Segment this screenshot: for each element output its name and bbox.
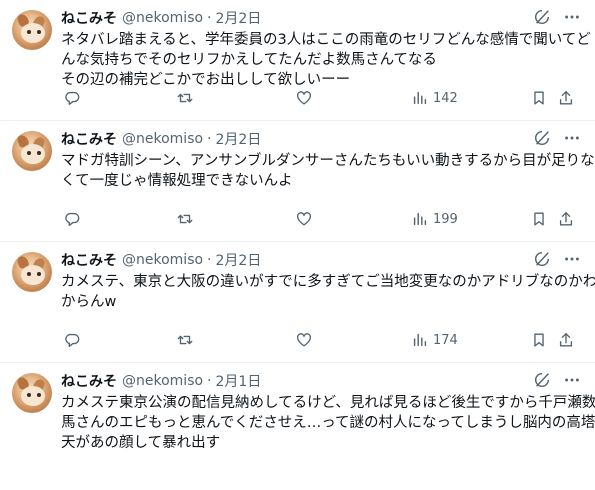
display-name[interactable]: ねこみそ	[61, 8, 117, 28]
grok-icon[interactable]	[533, 129, 551, 147]
tweet[interactable]: ねこみそ @nekomiso · 2月2日 マドガ特訓シーン、アンサンブルダンサ…	[0, 121, 595, 242]
bookmark-icon	[534, 91, 544, 105]
user-handle[interactable]: @nekomiso	[122, 252, 203, 268]
timeline-feed: ねこみそ @nekomiso · 2月2日 ネタバレ踏まえると、学年委員の3人は…	[0, 0, 595, 490]
separator: ·	[207, 10, 212, 26]
share-button[interactable]	[557, 210, 575, 228]
tweet-header: ねこみそ @nekomiso · 2月2日	[61, 129, 583, 149]
more-icon[interactable]	[563, 250, 581, 268]
like-icon	[297, 91, 311, 105]
tweet-text: ネタバレ踏まえると、学年委員の3人はここの雨竜のセリフどんな感情で聞いてど んな…	[61, 30, 591, 90]
avatar[interactable]	[12, 10, 52, 50]
share-icon	[559, 91, 573, 105]
like-button[interactable]	[295, 331, 313, 349]
grok-icon[interactable]	[533, 371, 551, 389]
like-icon	[297, 212, 311, 226]
display-name[interactable]: ねこみそ	[61, 250, 117, 270]
views-button[interactable]: 142	[411, 89, 458, 107]
views-button[interactable]: 199	[411, 210, 458, 228]
tweet-text-line: からんw	[61, 294, 117, 310]
views-icon	[413, 333, 427, 347]
bookmark-icon	[534, 212, 544, 226]
action-bar: 199	[61, 209, 581, 229]
retweet-button[interactable]	[176, 89, 194, 107]
tweet-header: ねこみそ @nekomiso · 2月2日	[61, 8, 583, 28]
tweet-date[interactable]: 2月2日	[216, 8, 262, 28]
views-icon	[413, 91, 427, 105]
tweet-text-line: ネタバレ踏まえると、学年委員の3人はここの雨竜のセリフどんな感情で聞いてど	[61, 32, 591, 48]
tweet-text-line: マドガ特訓シーン、アンサンブルダンサーさんたちもいい動きするから目が足りな	[61, 153, 595, 169]
separator: ·	[207, 131, 212, 147]
user-handle[interactable]: @nekomiso	[122, 10, 203, 26]
more-icon[interactable]	[563, 129, 581, 147]
like-button[interactable]	[295, 89, 313, 107]
tweet-text-line: くて一度じゃ情報処理できないんよ	[61, 173, 293, 189]
like-icon	[297, 333, 311, 347]
tweet[interactable]: ねこみそ @nekomiso · 2月1日 カメステ東京公演の配信見納めしてるけ…	[0, 363, 595, 483]
reply-button[interactable]	[63, 210, 81, 228]
tweet-text-line: カメステ、東京と大阪の違いがすでに多すぎてご当地変更なのかアドリブなのかわ	[61, 274, 595, 290]
reply-button[interactable]	[63, 89, 81, 107]
grok-icon[interactable]	[533, 8, 551, 26]
display-name[interactable]: ねこみそ	[61, 129, 117, 149]
tweet-text-line: その辺の補完どこかでお出しして欲しいーー	[61, 72, 351, 88]
reply-icon	[65, 212, 80, 226]
separator: ·	[207, 373, 212, 389]
separator: ·	[207, 252, 212, 268]
share-icon	[559, 212, 573, 226]
views-count: 142	[433, 90, 458, 106]
tweet-header: ねこみそ @nekomiso · 2月2日	[61, 250, 583, 270]
tweet[interactable]: ねこみそ @nekomiso · 2月2日 カメステ、東京と大阪の違いがすでに多…	[0, 242, 595, 363]
reply-button[interactable]	[63, 331, 81, 349]
share-icon	[559, 333, 573, 347]
user-handle[interactable]: @nekomiso	[122, 131, 203, 147]
tweet-text-line: カメステ東京公演の配信見納めしてるけど、見れば見るほど後生ですから千戸瀬数	[61, 395, 595, 411]
tweet-text: カメステ、東京と大阪の違いがすでに多すぎてご当地変更なのかアドリブなのかわ から…	[61, 272, 595, 312]
avatar[interactable]	[12, 252, 52, 292]
views-count: 174	[433, 332, 458, 348]
bookmark-button[interactable]	[530, 331, 548, 349]
tweet-date[interactable]: 2月1日	[216, 371, 262, 391]
reply-icon	[65, 333, 80, 347]
share-button[interactable]	[557, 89, 575, 107]
bookmark-button[interactable]	[530, 210, 548, 228]
action-bar: 142	[61, 88, 581, 108]
retweet-button[interactable]	[176, 331, 194, 349]
bookmark-button[interactable]	[530, 89, 548, 107]
action-bar: 174	[61, 330, 581, 350]
tweet[interactable]: ねこみそ @nekomiso · 2月2日 ネタバレ踏まえると、学年委員の3人は…	[0, 0, 595, 121]
like-button[interactable]	[295, 210, 313, 228]
share-button[interactable]	[557, 331, 575, 349]
tweet-text-line: 馬さんのエピもっと恵んでくださせえ…って謎の村人になってしまうし脳内の高塔戴	[61, 415, 595, 431]
user-handle[interactable]: @nekomiso	[122, 373, 203, 389]
retweet-icon	[177, 93, 193, 103]
more-icon[interactable]	[563, 8, 581, 26]
more-icon[interactable]	[563, 371, 581, 389]
tweet-text: マドガ特訓シーン、アンサンブルダンサーさんたちもいい動きするから目が足りな くて…	[61, 151, 595, 191]
tweet-date[interactable]: 2月2日	[216, 129, 262, 149]
avatar[interactable]	[12, 131, 52, 171]
views-count: 199	[433, 211, 458, 227]
tweet-text: カメステ東京公演の配信見納めしてるけど、見れば見るほど後生ですから千戸瀬数 馬さ…	[61, 393, 595, 453]
grok-icon[interactable]	[533, 250, 551, 268]
bookmark-icon	[534, 333, 544, 347]
tweet-header: ねこみそ @nekomiso · 2月1日	[61, 371, 583, 391]
tweet-text-line: んな気持ちでそのセリフかえしてたんだよ数馬さんてなる	[61, 52, 437, 68]
views-button[interactable]: 174	[411, 331, 458, 349]
retweet-button[interactable]	[176, 210, 194, 228]
views-icon	[413, 212, 427, 226]
avatar[interactable]	[12, 373, 52, 413]
retweet-icon	[177, 214, 193, 224]
tweet-date[interactable]: 2月2日	[216, 250, 262, 270]
reply-icon	[65, 91, 80, 105]
retweet-icon	[177, 335, 193, 345]
display-name[interactable]: ねこみそ	[61, 371, 117, 391]
tweet-text-line: 天があの顔して暴れ出す	[61, 435, 221, 451]
